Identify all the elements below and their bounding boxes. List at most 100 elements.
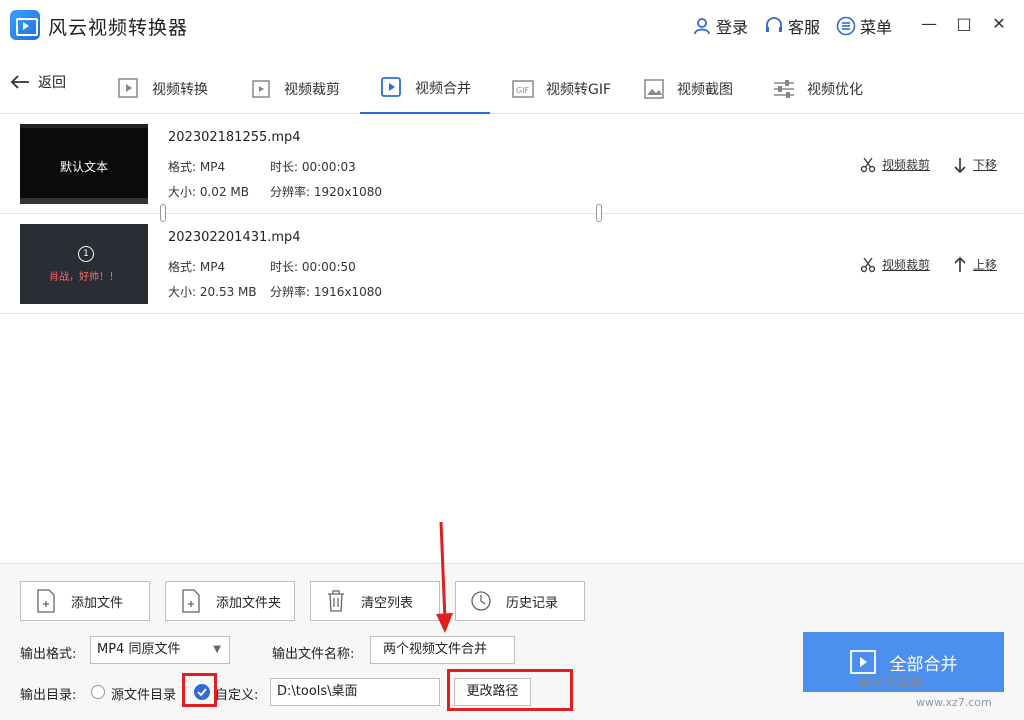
maximize-button[interactable]: □ (952, 12, 976, 36)
watermark-brand: 极光下载站 (858, 676, 924, 691)
file-name: 202302181255.mp4 (168, 130, 301, 145)
video-crop-icon (252, 80, 270, 98)
highlight-box (182, 673, 217, 707)
output-path-input[interactable]: D:\tools\桌面 (270, 678, 440, 706)
watermark-url: www.xz7.com (916, 696, 992, 709)
nav-bar: 返回 视频转换 视频裁剪 视频合并 GIF 视频转GIF 视频截图 视频优化 (0, 50, 1024, 114)
play-icon (849, 650, 876, 674)
tab-video-convert[interactable]: 视频转换 (108, 64, 216, 114)
minimize-icon: — (921, 14, 937, 33)
output-name-input[interactable]: 两个视频文件合并 (370, 636, 515, 664)
arrow-up-icon (954, 256, 966, 272)
custom-dir-label: 自定义: (215, 688, 259, 703)
crop-label: 视频裁剪 (882, 258, 931, 272)
app-title: 风云视频转换器 (48, 17, 189, 39)
video-convert-icon (118, 78, 138, 98)
tab-video-merge[interactable]: 视频合并 (360, 64, 490, 114)
clock-icon (471, 591, 491, 611)
app-logo-icon (10, 10, 40, 40)
title-bar: 风云视频转换器 登录 客服 菜单 — □ ✕ (0, 0, 1024, 50)
optimize-icon (774, 80, 794, 98)
file-row[interactable]: 1 肖战，好帅！！ 202302201431.mp4 格式: MP4 时长: 0… (0, 214, 1024, 314)
service-label: 客服 (788, 18, 821, 37)
back-label: 返回 (38, 75, 66, 91)
source-dir-radio[interactable] (91, 685, 105, 699)
tab-label: 视频裁剪 (284, 82, 340, 98)
file-resolution: 分辨率: 1916x1080 (270, 285, 383, 299)
file-size: 大小: 20.53 MB (168, 285, 257, 299)
crop-video-link[interactable]: 视频裁剪 (860, 256, 930, 273)
annotation-arrow (436, 521, 453, 633)
output-dir-label: 输出目录: (20, 688, 77, 703)
video-thumbnail: 默认文本 (20, 124, 148, 204)
history-button[interactable]: 历史记录 (455, 581, 585, 621)
scissors-icon (860, 157, 876, 172)
tab-label: 视频转换 (152, 82, 208, 98)
back-button[interactable]: 返回 (10, 72, 66, 92)
file-format: 格式: MP4 (168, 260, 226, 274)
menu-button[interactable]: 菜单 (836, 14, 892, 38)
close-button[interactable]: ✕ (987, 12, 1011, 36)
minimize-button[interactable]: — (917, 12, 941, 36)
video-merge-icon (381, 77, 401, 97)
clear-list-label: 清空列表 (361, 595, 414, 611)
arrow-left-icon (10, 75, 29, 89)
history-label: 历史记录 (506, 595, 559, 611)
file-row[interactable]: 默认文本 202302181255.mp4 格式: MP4 时长: 00:00:… (0, 114, 1024, 214)
highlight-box (447, 669, 573, 711)
thumbnail-number: 1 (78, 246, 94, 262)
move-up-link[interactable]: 上移 (953, 256, 997, 273)
arrow-down-icon (954, 157, 966, 173)
crop-label: 视频裁剪 (882, 158, 931, 172)
add-file-button[interactable]: 添加文件 (20, 581, 150, 621)
tab-video-gif[interactable]: GIF 视频转GIF (502, 64, 619, 114)
tab-label: 视频合并 (415, 81, 471, 97)
login-label: 登录 (716, 18, 749, 37)
file-duration: 时长: 00:00:03 (270, 160, 356, 174)
tab-video-optimize[interactable]: 视频优化 (763, 64, 871, 114)
source-dir-label: 源文件目录 (111, 688, 177, 703)
file-duration: 时长: 00:00:50 (270, 260, 356, 274)
file-size: 大小: 0.02 MB (168, 185, 249, 199)
user-icon (694, 18, 710, 35)
output-format-label: 输出格式: (20, 647, 77, 662)
thumbnail-text: 默认文本 (59, 160, 108, 174)
crop-video-link[interactable]: 视频裁剪 (860, 156, 930, 173)
svg-text:GIF: GIF (516, 86, 530, 95)
thumbnail-text: 肖战，好帅！！ (49, 272, 119, 283)
move-down-link[interactable]: 下移 (953, 156, 997, 173)
tab-video-crop[interactable]: 视频裁剪 (240, 64, 348, 114)
menu-icon (836, 16, 856, 36)
close-icon: ✕ (992, 14, 1006, 33)
add-file-icon (37, 589, 55, 613)
merge-all-label: 全部合并 (889, 654, 958, 675)
move-label: 下移 (973, 158, 998, 172)
maximize-icon: □ (956, 14, 972, 33)
add-folder-icon (182, 589, 200, 613)
add-file-label: 添加文件 (71, 595, 124, 611)
video-thumbnail: 1 肖战，好帅！！ (20, 224, 148, 304)
screenshot-icon (644, 79, 664, 99)
service-button[interactable]: 客服 (764, 14, 820, 38)
tab-label: 视频截图 (677, 82, 733, 98)
trash-icon (328, 590, 344, 612)
tab-label: 视频转GIF (546, 82, 612, 98)
move-label: 上移 (973, 258, 998, 272)
headset-icon (766, 17, 782, 32)
add-folder-button[interactable]: 添加文件夹 (165, 581, 295, 621)
output-name-label: 输出文件名称: (272, 647, 355, 662)
chevron-down-icon: ▼ (213, 644, 221, 655)
clear-list-button[interactable]: 清空列表 (310, 581, 440, 621)
file-format: 格式: MP4 (168, 160, 226, 174)
login-button[interactable]: 登录 (692, 14, 748, 38)
output-format-value: MP4 同原文件 (97, 642, 181, 657)
menu-label: 菜单 (860, 18, 893, 37)
add-folder-label: 添加文件夹 (216, 595, 282, 611)
scissors-icon (860, 257, 876, 272)
tab-video-screenshot[interactable]: 视频截图 (633, 64, 741, 114)
file-resolution: 分辨率: 1920x1080 (270, 185, 383, 199)
output-format-select[interactable]: MP4 同原文件 ▼ (90, 636, 230, 664)
file-name: 202302201431.mp4 (168, 230, 301, 245)
tab-label: 视频优化 (807, 82, 863, 98)
gif-icon: GIF (512, 80, 534, 98)
